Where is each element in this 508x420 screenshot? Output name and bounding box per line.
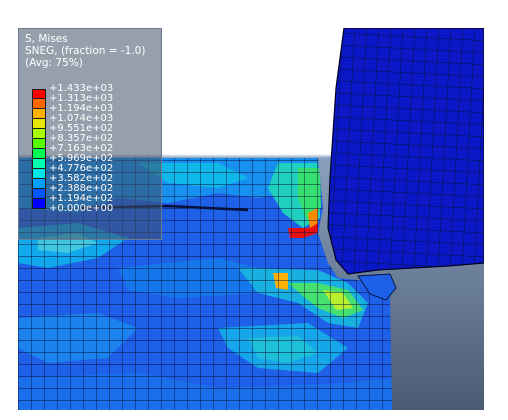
color-bar-labels: +1.433e+03 +1.313e+03 +1.194e+03 +1.074e… <box>49 84 113 214</box>
legend-variable-label: S, Mises <box>25 33 68 45</box>
color-bar-cell <box>32 189 46 199</box>
legend-value: +0.000e+00 <box>49 203 114 214</box>
contour-legend[interactable]: S, Mises SNEG, (fraction = -1.0) (Avg: 7… <box>18 28 162 240</box>
color-bar-cell <box>32 199 46 209</box>
color-bar-cell <box>32 149 46 159</box>
tool-mesh <box>328 28 484 274</box>
legend-header: S, Mises SNEG, (fraction = -1.0) (Avg: 7… <box>25 33 145 69</box>
color-bar-cell <box>32 169 46 179</box>
color-bar-cell <box>32 159 46 169</box>
color-bar-cell <box>32 99 46 109</box>
color-bar-cell <box>32 179 46 189</box>
color-bar-cell <box>32 89 46 99</box>
cutting-tool <box>327 28 484 275</box>
legend-averaging-label: (Avg: 75%) <box>25 57 83 69</box>
legend-section-label: SNEG, (fraction = -1.0) <box>25 45 146 57</box>
color-bar-cell <box>32 129 46 139</box>
color-bar-cell <box>32 109 46 119</box>
color-bar-cell <box>32 119 46 129</box>
color-bar-cell <box>32 139 46 149</box>
color-bar <box>32 89 46 209</box>
